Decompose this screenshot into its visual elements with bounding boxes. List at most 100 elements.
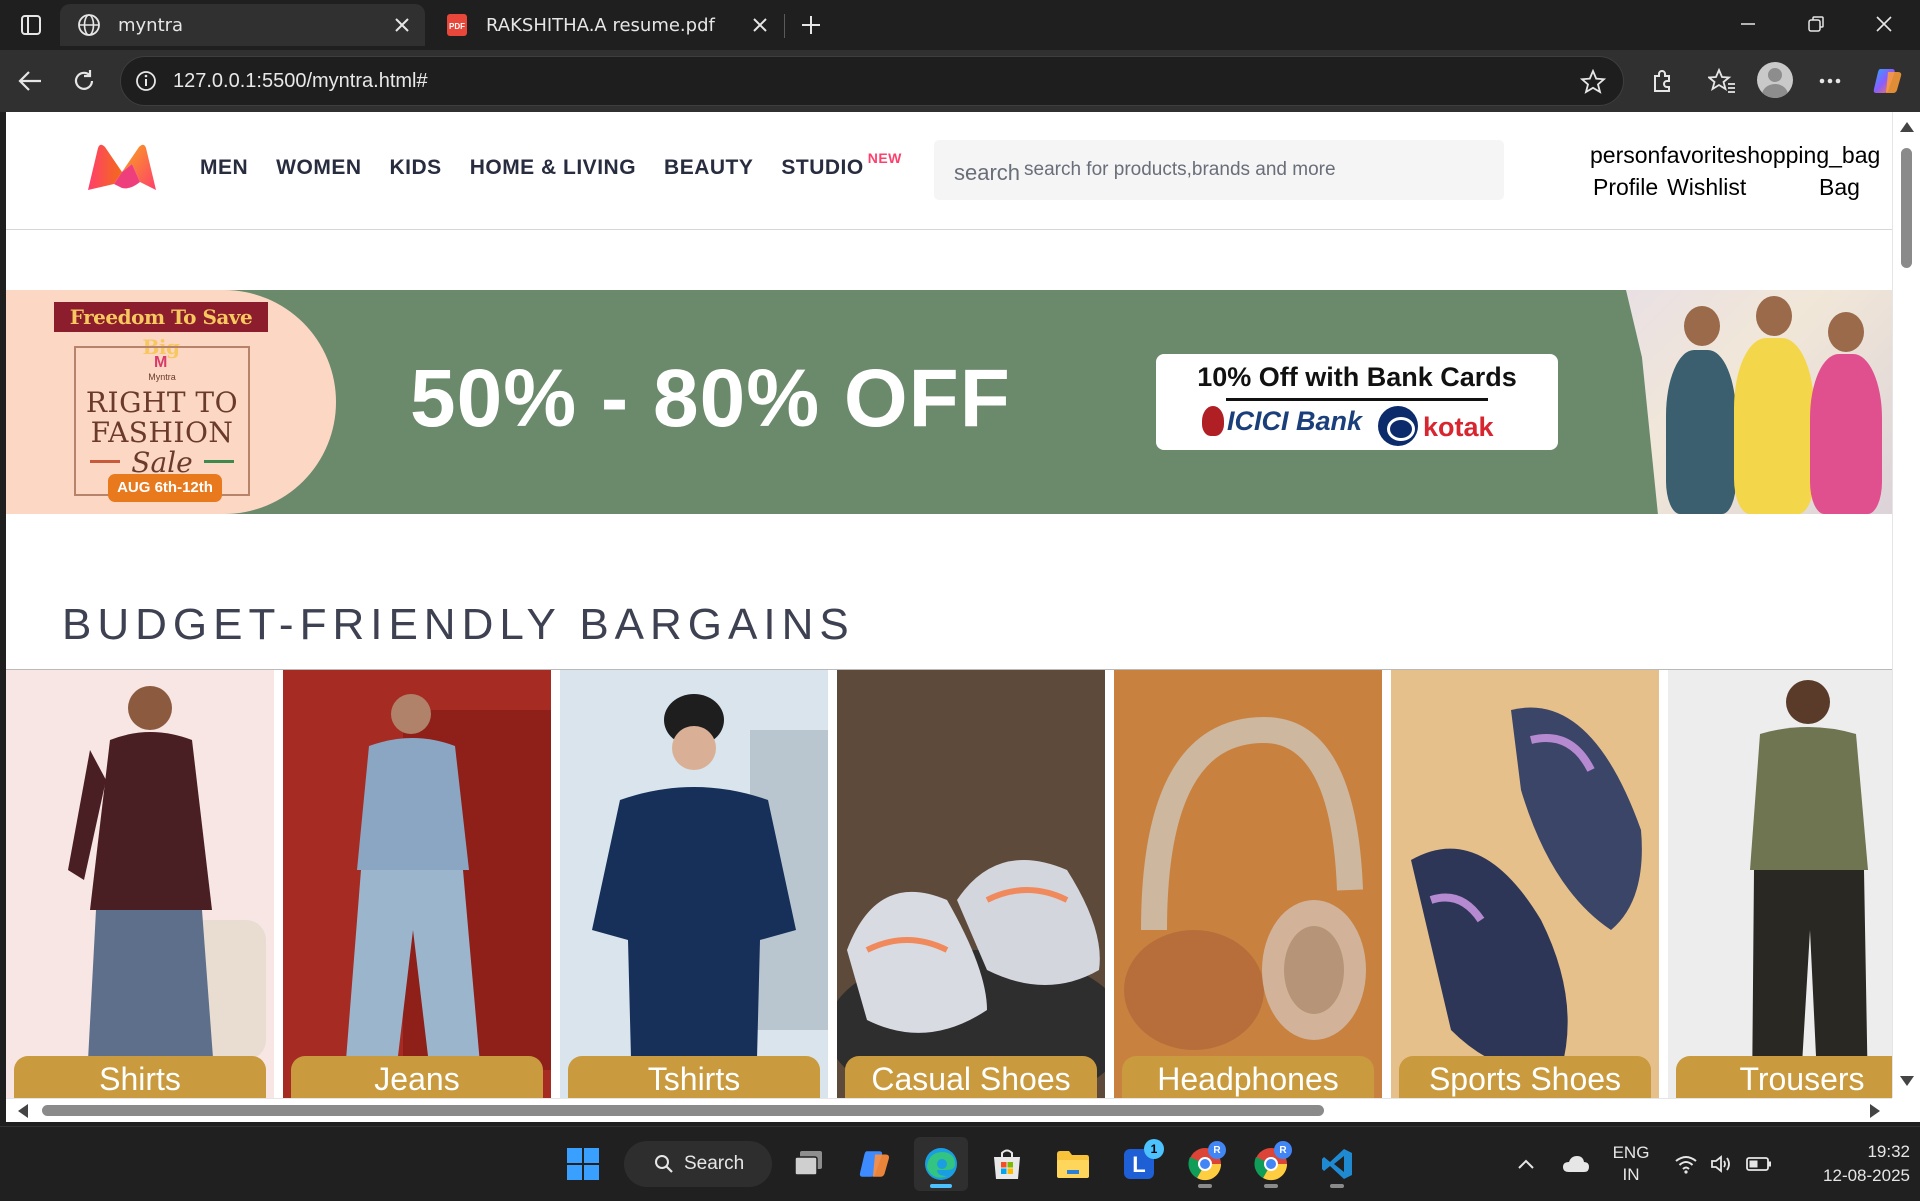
- volume-icon: [1711, 1155, 1730, 1173]
- back-button[interactable]: [10, 62, 50, 100]
- chrome-profile-1-button[interactable]: R: [1178, 1137, 1232, 1191]
- more-dots-icon: [1819, 78, 1841, 84]
- campaign-brand: Myntra: [148, 372, 176, 382]
- nav-men[interactable]: MEN: [200, 156, 248, 180]
- edge-taskbar-button[interactable]: [914, 1137, 968, 1191]
- address-url-text[interactable]: 127.0.0.1:5500/myntra.html#: [173, 70, 428, 93]
- favorites-button[interactable]: [1702, 62, 1742, 100]
- scroll-down-arrow-icon[interactable]: [1900, 1076, 1914, 1086]
- nav-women[interactable]: WOMEN: [276, 156, 361, 180]
- cloud-icon: [1563, 1156, 1589, 1172]
- reload-icon: [74, 70, 94, 90]
- more-options-button[interactable]: [1810, 62, 1850, 100]
- card-label: Tshirts: [647, 1061, 741, 1097]
- horizontal-scroll-thumb[interactable]: [42, 1105, 1324, 1116]
- category-card-shirts[interactable]: Shirts: [6, 670, 274, 1098]
- model-figure: [1810, 354, 1882, 514]
- nav-studio-label: STUDIO: [781, 156, 864, 179]
- browser-tab-bar: myntra PDF RAKSHITHA.A resume.pdf: [0, 0, 1920, 50]
- task-view-button[interactable]: [782, 1137, 836, 1191]
- category-card-jeans[interactable]: Jeans: [283, 670, 551, 1098]
- tab-actions-button[interactable]: [10, 8, 52, 42]
- language-indicator[interactable]: ENG IN: [1606, 1127, 1656, 1201]
- close-window-button[interactable]: [1852, 4, 1916, 44]
- file-explorer-button[interactable]: [1046, 1137, 1100, 1191]
- clock-time: 19:32: [1867, 1142, 1910, 1161]
- header-actions: personfavoriteshopping_bag Profile Wishl…: [1590, 142, 1881, 200]
- reload-button[interactable]: [64, 62, 104, 100]
- category-card-headphones[interactable]: Headphones: [1114, 670, 1382, 1098]
- region-code: IN: [1622, 1165, 1640, 1184]
- chevron-up-icon: [1518, 1159, 1534, 1169]
- headphones-image: [1114, 670, 1382, 1098]
- copilot-button[interactable]: [1868, 62, 1908, 100]
- chrome-profile-2-button[interactable]: R: [1244, 1137, 1298, 1191]
- vertical-scroll-thumb[interactable]: [1901, 148, 1912, 268]
- folder-icon: [1057, 1151, 1089, 1178]
- myntra-logo-icon[interactable]: [84, 138, 160, 196]
- minimize-button[interactable]: [1716, 4, 1780, 44]
- offer-headline: 50% - 80% OFF: [410, 353, 1011, 444]
- app-l-taskbar-button[interactable]: L 1: [1112, 1137, 1166, 1191]
- tab-resume-pdf[interactable]: PDF RAKSHITHA.A resume.pdf: [428, 4, 783, 46]
- category-card-trousers[interactable]: Trousers: [1668, 670, 1892, 1098]
- kotak-logo-icon: [1378, 406, 1418, 446]
- profile-link[interactable]: Profile: [1593, 174, 1658, 201]
- taskbar-search-button[interactable]: Search: [624, 1141, 772, 1187]
- bag-link[interactable]: Bag: [1819, 174, 1860, 201]
- clock-date[interactable]: 19:32 12-08-2025: [1790, 1127, 1910, 1201]
- scroll-left-arrow-icon[interactable]: [18, 1104, 28, 1118]
- model-head: [1828, 312, 1864, 352]
- site-info-icon[interactable]: [131, 66, 161, 96]
- task-view-icon: [794, 1151, 822, 1176]
- nav-studio[interactable]: STUDIO NEW: [781, 150, 902, 180]
- start-button[interactable]: [556, 1137, 610, 1191]
- search-input[interactable]: [1024, 152, 1484, 188]
- nav-home-living[interactable]: HOME & LIVING: [470, 156, 636, 180]
- shirts-image: [6, 670, 274, 1098]
- show-hidden-icons-button[interactable]: [1508, 1127, 1544, 1201]
- trousers-image: [1668, 670, 1892, 1098]
- tab-actions-icon: [21, 15, 41, 35]
- action-icons-text: personfavoriteshopping_bag: [1590, 142, 1881, 168]
- address-bar[interactable]: 127.0.0.1:5500/myntra.html#: [120, 56, 1624, 106]
- new-tab-button[interactable]: [792, 8, 830, 42]
- svg-text:PDF: PDF: [449, 22, 465, 31]
- copilot-icon: [1873, 69, 1902, 93]
- extensions-button[interactable]: [1642, 62, 1682, 100]
- close-tab-icon[interactable]: [387, 10, 417, 40]
- nav-beauty[interactable]: BEAUTY: [664, 156, 753, 180]
- profile-badge: R: [1274, 1141, 1292, 1159]
- windows-logo-icon: [567, 1148, 599, 1180]
- category-card-tshirts[interactable]: Tshirts: [560, 670, 828, 1098]
- add-favorite-star-icon[interactable]: [1577, 66, 1609, 98]
- clock-date-text: 12-08-2025: [1823, 1166, 1910, 1185]
- category-card-sports-shoes[interactable]: Sports Shoes: [1391, 670, 1659, 1098]
- close-tab-icon[interactable]: [745, 10, 775, 40]
- plus-icon: [802, 16, 820, 34]
- category-card-casual-shoes[interactable]: Casual Shoes: [837, 670, 1105, 1098]
- onedrive-button[interactable]: [1556, 1127, 1596, 1201]
- scroll-up-arrow-icon[interactable]: [1900, 122, 1914, 132]
- vscode-taskbar-button[interactable]: [1310, 1137, 1364, 1191]
- copilot-taskbar-button[interactable]: [848, 1137, 902, 1191]
- minimize-icon: [1741, 23, 1755, 25]
- model-head: [1684, 306, 1720, 346]
- sale-banner[interactable]: Freedom To Save Big M Myntra RIGHT TO FA…: [6, 290, 1892, 514]
- campaign-line-2: FASHION: [90, 416, 234, 449]
- nav-kids[interactable]: KIDS: [390, 156, 442, 180]
- notification-badge: 1: [1144, 1139, 1164, 1159]
- horizontal-scrollbar[interactable]: [6, 1098, 1892, 1122]
- bank-offer-underline: [1226, 398, 1488, 401]
- tab-myntra[interactable]: myntra: [60, 4, 425, 46]
- scroll-right-arrow-icon[interactable]: [1870, 1104, 1880, 1118]
- restore-button[interactable]: [1784, 4, 1848, 44]
- store-taskbar-button[interactable]: [980, 1137, 1034, 1191]
- card-label: Jeans: [374, 1061, 460, 1097]
- quick-settings-button[interactable]: [1668, 1127, 1778, 1201]
- vertical-scrollbar[interactable]: [1892, 112, 1920, 1098]
- myntra-small-logo-icon: M: [154, 354, 168, 371]
- main-nav: MEN WOMEN KIDS HOME & LIVING BEAUTY STUD…: [200, 150, 902, 180]
- wishlist-link[interactable]: Wishlist: [1667, 174, 1746, 201]
- browser-profile-avatar[interactable]: [1757, 62, 1793, 98]
